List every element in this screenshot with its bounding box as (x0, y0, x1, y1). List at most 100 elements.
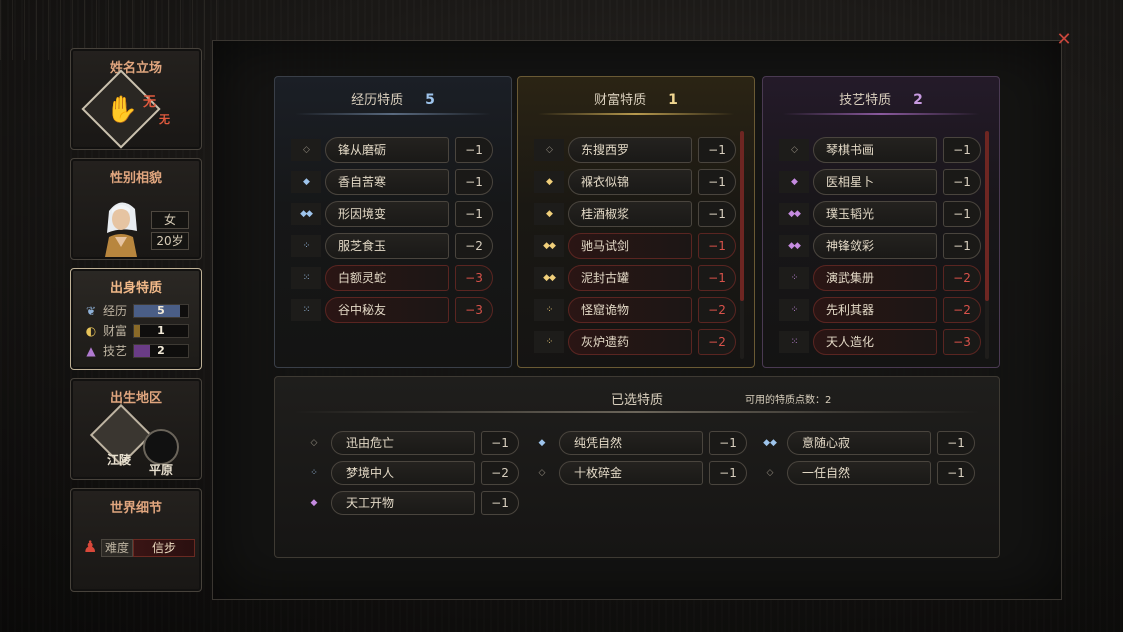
trait-name[interactable]: 东搜西罗 (568, 137, 692, 163)
feather-icon: ❦ (85, 304, 97, 318)
trait-cost: −1 (943, 233, 981, 259)
selected-trait-item[interactable]: ◆ 纯凭自然 −1 (529, 431, 747, 455)
trait-item[interactable]: ⁘ 灰炉遗药 −2 (534, 329, 740, 355)
trait-item[interactable]: ⁘ 服芝食玉 −2 (291, 233, 497, 259)
sidebar-card-world[interactable]: 世界细节 ♟ 难度 信步 (70, 488, 202, 592)
trait-name[interactable]: 桂酒椒浆 (568, 201, 692, 227)
trait-item[interactable]: ◆◆ 形因境变 −1 (291, 201, 497, 227)
origin-row-experience: ❦ 经历 5 (81, 303, 193, 319)
trait-item[interactable]: ◆◆ 璞玉韬光 −1 (779, 201, 985, 227)
scrollbar[interactable] (740, 131, 744, 359)
trait-item[interactable]: ⁙ 天人造化 −3 (779, 329, 985, 355)
stance-value-sub: 无 (159, 113, 170, 126)
trait-item[interactable]: ⁙ 谷中秘友 −3 (291, 297, 497, 323)
trait-name[interactable]: 锋从磨砺 (325, 137, 449, 163)
trait-item[interactable]: ◇ 琴棋书画 −1 (779, 137, 985, 163)
trait-cost: −1 (698, 137, 736, 163)
trait-name[interactable]: 先利其器 (813, 297, 937, 323)
trait-name[interactable]: 香自苦寒 (325, 169, 449, 195)
trait-item[interactable]: ⁘ 怪窟诡物 −2 (534, 297, 740, 323)
wealth-trait-panel: 财富特质 1 ◇ 东搜西罗 −1 ◆ 褓衣似锦 −1 ◆ 桂酒椒浆 −1 ◆◆ 驰马试剑 −1 ◆◆ 泥封古… (517, 76, 755, 368)
trait-name[interactable]: 璞玉韬光 (813, 201, 937, 227)
close-button[interactable]: ✕ (1054, 30, 1074, 50)
selected-trait-item[interactable]: ◆ 天工开物 −1 (301, 491, 519, 515)
trait-cost: −1 (943, 137, 981, 163)
trait-item[interactable]: ◇ 锋从磨砺 −1 (291, 137, 497, 163)
region-title: 出生地区 (109, 391, 162, 406)
trait-name[interactable]: 意随心寂 (787, 431, 931, 455)
selected-trait-item[interactable]: ◇ 一任自然 −1 (757, 461, 975, 485)
rank-dots-icon: ◆ (779, 171, 809, 193)
rank-dots-icon: ⁘ (534, 299, 564, 321)
panel-divider (783, 113, 979, 115)
sidebar-card-gender[interactable]: 性别相貌 女 20岁 (70, 158, 202, 260)
selected-trait-item[interactable]: ⁘ 梦境中人 −2 (301, 461, 519, 485)
trait-name[interactable]: 医相星卜 (813, 169, 937, 195)
origin-value: 1 (157, 324, 165, 337)
rank-dots-icon: ⁘ (534, 331, 564, 353)
trait-cost: −3 (455, 297, 493, 323)
scrollbar[interactable] (985, 131, 989, 359)
trait-name[interactable]: 褓衣似锦 (568, 169, 692, 195)
scrollbar-thumb[interactable] (740, 131, 744, 301)
trait-item[interactable]: ⁘ 先利其器 −2 (779, 297, 985, 323)
panel-count: 5 (425, 92, 435, 108)
trait-item[interactable]: ⁙ 白额灵蛇 −3 (291, 265, 497, 291)
trait-cost: −1 (937, 461, 975, 485)
panel-divider (538, 113, 734, 115)
trait-name[interactable]: 一任自然 (787, 461, 931, 485)
trait-item[interactable]: ⁘ 演武集册 −2 (779, 265, 985, 291)
trait-name[interactable]: 灰炉遗药 (568, 329, 692, 355)
trait-item[interactable]: ◆◆ 驰马试剑 −1 (534, 233, 740, 259)
trait-item[interactable]: ◆◆ 神锋敛彩 −1 (779, 233, 985, 259)
panel-count: 1 (668, 92, 678, 108)
trait-name[interactable]: 服芝食玉 (325, 233, 449, 259)
sidebar-card-region[interactable]: 出生地区 江陵 平原 (70, 378, 202, 480)
trait-item[interactable]: ◆ 褓衣似锦 −1 (534, 169, 740, 195)
trait-name[interactable]: 天工开物 (331, 491, 475, 515)
trait-name[interactable]: 驰马试剑 (568, 233, 692, 259)
trait-cost: −1 (698, 201, 736, 227)
trait-name[interactable]: 泥封古罐 (568, 265, 692, 291)
gender-title: 性别相貌 (109, 171, 162, 186)
gold-ingot-icon: ◐ (85, 324, 97, 338)
trait-cost: −1 (698, 169, 736, 195)
trait-item[interactable]: ◆ 桂酒椒浆 −1 (534, 201, 740, 227)
origin-label: 经历 (103, 304, 128, 318)
trait-item[interactable]: ◆ 医相星卜 −1 (779, 169, 985, 195)
trait-name[interactable]: 演武集册 (813, 265, 937, 291)
gender-sex-value: 女 (151, 211, 189, 229)
selected-trait-item[interactable]: ◇ 十枚碎金 −1 (529, 461, 747, 485)
rank-dots-icon: ◇ (310, 438, 318, 448)
trait-cost: −2 (481, 461, 519, 485)
panel-divider (295, 411, 979, 413)
rank-dots-icon: ◇ (291, 139, 321, 161)
trait-name[interactable]: 白额灵蛇 (325, 265, 449, 291)
trait-name[interactable]: 形因境变 (325, 201, 449, 227)
trait-cost: −3 (943, 329, 981, 355)
selected-trait-item[interactable]: ◆◆ 意随心寂 −1 (757, 431, 975, 455)
trait-item[interactable]: ◇ 东搜西罗 −1 (534, 137, 740, 163)
trait-cost: −1 (943, 169, 981, 195)
sidebar-card-origin[interactable]: 出身特质 ❦ 经历 5 ◐ 财富 1 ▲ 技艺 2 (70, 268, 202, 370)
trait-name[interactable]: 谷中秘友 (325, 297, 449, 323)
trait-item[interactable]: ◆ 香自苦寒 −1 (291, 169, 497, 195)
trait-cost: −2 (455, 233, 493, 259)
trait-name[interactable]: 纯凭自然 (559, 431, 703, 455)
trait-name[interactable]: 迅由危亡 (331, 431, 475, 455)
sidebar-card-stance[interactable]: 姓名立场 ✋ 无 无 (70, 48, 202, 150)
rank-dots-icon: ⁘ (779, 299, 809, 321)
scrollbar-thumb[interactable] (985, 131, 989, 301)
trait-name[interactable]: 怪窟诡物 (568, 297, 692, 323)
available-points: 可用的特质点数：2 (745, 395, 832, 406)
trait-name[interactable]: 十枚碎金 (559, 461, 703, 485)
trait-name[interactable]: 琴棋书画 (813, 137, 937, 163)
difficulty-value[interactable]: 信步 (133, 539, 195, 557)
trait-name[interactable]: 梦境中人 (331, 461, 475, 485)
trait-name[interactable]: 天人造化 (813, 329, 937, 355)
panel-header: 经历特质 5 (275, 89, 511, 111)
rank-dots-icon: ⁙ (291, 267, 321, 289)
trait-item[interactable]: ◆◆ 泥封古罐 −1 (534, 265, 740, 291)
trait-name[interactable]: 神锋敛彩 (813, 233, 937, 259)
selected-trait-item[interactable]: ◇ 迅由危亡 −1 (301, 431, 519, 455)
